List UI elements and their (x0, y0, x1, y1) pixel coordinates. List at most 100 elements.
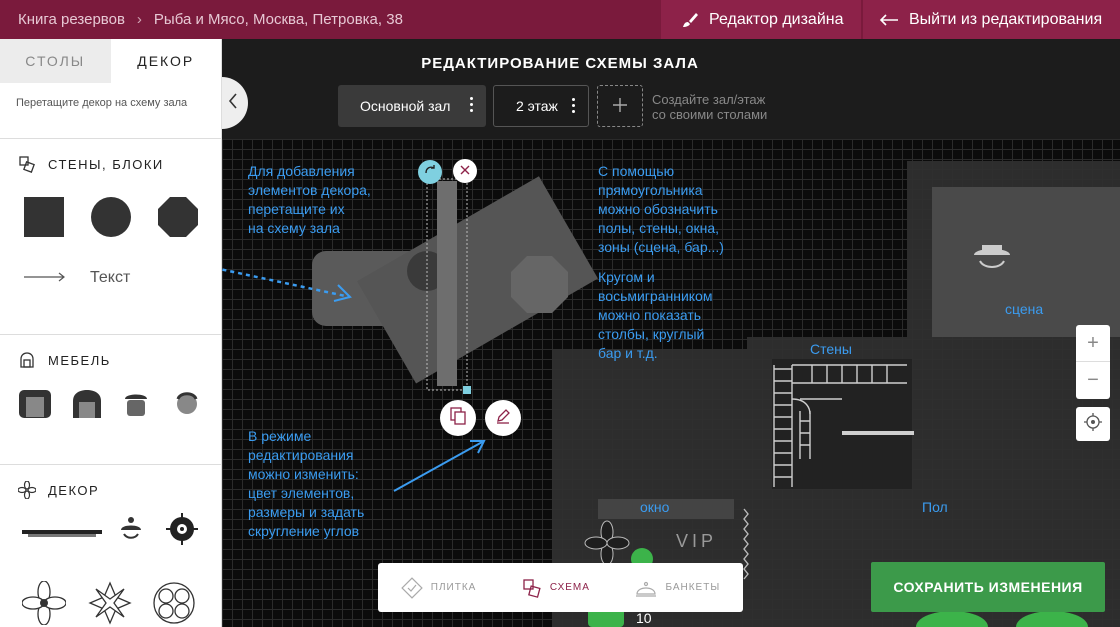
exit-edit-button[interactable]: Выйти из редактирования (863, 0, 1120, 39)
circle-block[interactable] (91, 197, 131, 237)
floor-label: Пол (922, 499, 948, 515)
breadcrumb-venue[interactable]: Рыба и Мясо, Москва, Петровка, 38 (154, 11, 403, 28)
plus-icon (612, 92, 628, 120)
note-line: В режиме (248, 428, 312, 444)
square-block[interactable] (24, 197, 64, 237)
shelf-item[interactable] (22, 525, 102, 543)
copy-icon (450, 406, 466, 430)
zoom-in-button[interactable]: + (1076, 325, 1110, 362)
octagon-block[interactable] (158, 197, 198, 242)
decor-section-title: ДЕКОР (0, 465, 221, 499)
stage-label: сцена (1005, 301, 1044, 317)
delete-element-button[interactable] (453, 159, 477, 183)
breadcrumb-separator: › (136, 11, 142, 28)
rotate-handle[interactable] (418, 160, 442, 184)
crosshair-icon (1084, 412, 1102, 436)
note-line: С помощью (598, 163, 675, 179)
note-line: Кругом и (598, 269, 655, 285)
copy-element-button[interactable] (440, 400, 476, 436)
note-line: скругление углов (248, 523, 360, 539)
left-panel: СТОЛЫ ДЕКОР Перетащите декор на схему за… (0, 39, 222, 627)
design-editor-label: Редактор дизайна (709, 10, 844, 28)
drag-note: Для добавления элементов декора, перетащ… (248, 162, 371, 238)
edit-note: В режиме редактирования можно изменить: … (248, 427, 364, 541)
armchair-item[interactable] (18, 389, 52, 424)
floor-selector[interactable]: 2 этаж (493, 85, 589, 127)
long-arrow-icon (24, 269, 66, 287)
panel-tabs: СТОЛЫ ДЕКОР (0, 39, 221, 83)
zoom-control: + − (1076, 325, 1110, 399)
walls-title-label: СТЕНЫ, БЛОКИ (48, 156, 164, 172)
more-vertical-icon[interactable] (572, 98, 576, 116)
rect-note: С помощью прямоугольника можно обозначит… (598, 162, 724, 257)
stool-item[interactable] (176, 391, 198, 420)
banquet-icon (635, 578, 657, 598)
lamp-item[interactable] (118, 516, 144, 547)
walls-section-title: СТЕНЫ, БЛОКИ (0, 139, 221, 173)
hall-selector[interactable]: Основной зал (338, 85, 486, 127)
note-line: редактирования (248, 447, 354, 463)
chevron-left-icon (228, 92, 238, 114)
add-hall-hint: Создайте зал/этаж со своими столами (652, 92, 767, 122)
mode-banquet[interactable]: БАНКЕТЫ (635, 578, 720, 598)
note-line: размеры и задать (248, 504, 365, 520)
tab-decor[interactable]: ДЕКОР (110, 39, 221, 83)
note-line: элементов декора, (248, 182, 371, 198)
walls-label: Стены (810, 341, 852, 357)
note-line: можно изменить: (248, 466, 359, 482)
furniture-section-title: МЕБЕЛЬ (0, 335, 221, 369)
plant-item-1[interactable] (21, 580, 67, 627)
hall-canvas[interactable]: РЕДАКТИРОВАНИЕ СХЕМЫ ЗАЛА Основной зал 2… (222, 39, 1120, 627)
target-decor-item[interactable] (166, 513, 198, 550)
furniture-title-label: МЕБЕЛЬ (48, 352, 111, 368)
mode-tile-label: ПЛИТКА (430, 582, 477, 593)
note-line: можно показать (598, 307, 702, 323)
walls-section: СТЕНЫ, БЛОКИ Текст (0, 139, 221, 335)
note-line: полы, стены, окна, (598, 220, 720, 236)
note-line: перетащите их (248, 201, 345, 217)
breadcrumb-root[interactable]: Книга резервов (18, 11, 125, 28)
decor-title-label: ДЕКОР (48, 482, 100, 498)
chair-item[interactable] (124, 391, 148, 422)
more-vertical-icon[interactable] (470, 97, 474, 115)
brush-icon (681, 11, 699, 29)
note-line: прямоугольника (598, 182, 703, 198)
pencil-icon (495, 408, 511, 429)
add-hall-button[interactable] (597, 85, 643, 127)
note-line: Для добавления (248, 163, 355, 179)
text-tool[interactable]: Текст (24, 269, 130, 287)
vip-label: VIP (676, 531, 718, 551)
hall-name: Основной зал (360, 98, 451, 114)
add-hall-hint-line1: Создайте зал/этаж (652, 92, 766, 107)
note-line: столбы, круглый (598, 326, 705, 342)
edit-element-button[interactable] (485, 400, 521, 436)
close-icon (460, 162, 470, 180)
tile-icon (401, 576, 423, 599)
mode-scheme[interactable]: СХЕМА (522, 578, 590, 598)
floor-name: 2 этаж (516, 98, 558, 114)
text-tool-label: Текст (90, 269, 131, 286)
blocks-icon (18, 155, 36, 173)
page-title: РЕДАКТИРОВАНИЕ СХЕМЫ ЗАЛА (421, 55, 699, 72)
furniture-section: МЕБЕЛЬ (0, 335, 221, 465)
plant-item-2[interactable] (88, 581, 132, 627)
add-hall-hint-line2: со своими столами (652, 107, 768, 122)
save-changes-button[interactable]: СОХРАНИТЬ ИЗМЕНЕНИЯ (871, 562, 1105, 612)
design-editor-button[interactable]: Редактор дизайна (661, 0, 861, 39)
zoom-out-button[interactable]: − (1076, 362, 1110, 399)
top-bar: Книга резервов › Рыба и Мясо, Москва, Пе… (0, 0, 1120, 39)
scheme-icon (522, 578, 542, 598)
table-number[interactable]: 10 (636, 610, 652, 626)
circle-note: Кругом и восьмигранником можно показать … (598, 268, 712, 363)
note-line: зоны (сцена, бар...) (598, 239, 724, 255)
flower-icon (18, 481, 36, 499)
note-line: бар и т.д. (598, 345, 658, 361)
sofa-chair-item[interactable] (72, 389, 102, 424)
armchair-icon (18, 351, 36, 369)
mode-tile[interactable]: ПЛИТКА (401, 576, 477, 599)
note-line: восьмигранником (598, 288, 713, 304)
view-mode-bar: ПЛИТКА СХЕМА БАНКЕТЫ (378, 563, 743, 612)
plant-item-3[interactable] (152, 581, 196, 627)
tab-tables[interactable]: СТОЛЫ (0, 39, 111, 83)
locate-button[interactable] (1076, 407, 1110, 441)
